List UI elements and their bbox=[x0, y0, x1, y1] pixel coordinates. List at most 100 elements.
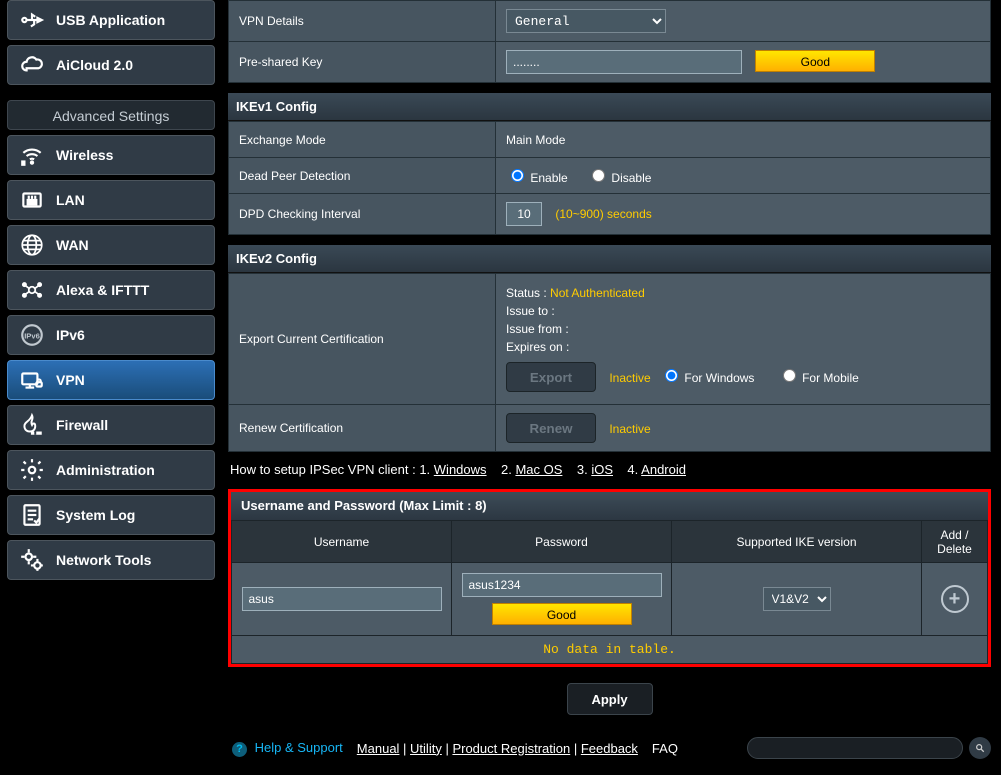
ike-version-select[interactable]: V1&V2 bbox=[763, 587, 831, 611]
col-password: Password bbox=[452, 521, 672, 563]
apply-button[interactable]: Apply bbox=[567, 683, 653, 715]
footer: ? Help & Support Manual | Utility | Prod… bbox=[228, 731, 991, 765]
voice-network-icon bbox=[18, 276, 46, 304]
renew-cert-button[interactable]: Renew bbox=[506, 413, 596, 443]
col-add-delete: Add / Delete bbox=[922, 521, 988, 563]
sidebar-item-label: Administration bbox=[56, 462, 155, 478]
footer-faq-label: FAQ bbox=[652, 741, 678, 756]
sidebar-advanced-header: Advanced Settings bbox=[7, 100, 215, 130]
sidebar-item-label: USB Application bbox=[56, 12, 165, 28]
tools-icon bbox=[18, 546, 46, 574]
sidebar-item-label: AiCloud 2.0 bbox=[56, 57, 133, 73]
sidebar-item-label: Wireless bbox=[56, 147, 113, 163]
help-icon: ? bbox=[232, 742, 247, 757]
footer-feedback-link[interactable]: Feedback bbox=[581, 741, 638, 756]
sidebar-item-label: System Log bbox=[56, 507, 135, 523]
for-windows-radio[interactable] bbox=[665, 369, 678, 382]
vpn-details-label: VPN Details bbox=[229, 1, 496, 42]
fire-icon bbox=[18, 411, 46, 439]
howto-link-android[interactable]: Android bbox=[641, 462, 686, 477]
sidebar-item-administration[interactable]: Administration bbox=[7, 450, 215, 490]
help-support-link[interactable]: Help & Support bbox=[255, 740, 343, 755]
dpd-disable-option[interactable]: Disable bbox=[587, 171, 651, 185]
user-input-row: Good V1&V2 + bbox=[232, 563, 988, 636]
how-to-setup: How to setup IPSec VPN client : 1. Windo… bbox=[228, 452, 991, 487]
user-table-highlight: Username and Password (Max Limit : 8) Us… bbox=[228, 489, 991, 667]
faq-search-button[interactable] bbox=[969, 737, 991, 759]
howto-link-ios[interactable]: iOS bbox=[591, 462, 613, 477]
svg-text:IPv6: IPv6 bbox=[24, 331, 40, 340]
cert-issue-from: Issue from : bbox=[506, 322, 980, 336]
sidebar-item-ipv6[interactable]: IPv6 IPv6 bbox=[7, 315, 215, 355]
usb-icon bbox=[18, 6, 46, 34]
for-windows-option[interactable]: For Windows bbox=[660, 371, 754, 385]
globe-icon bbox=[18, 231, 46, 259]
howto-link-macos[interactable]: Mac OS bbox=[515, 462, 562, 477]
cloud-icon bbox=[18, 51, 46, 79]
for-mobile-option[interactable]: For Mobile bbox=[778, 371, 859, 385]
sidebar-item-label: Alexa & IFTTT bbox=[56, 282, 149, 298]
footer-utility-link[interactable]: Utility bbox=[410, 741, 442, 756]
sidebar-item-label: IPv6 bbox=[56, 327, 85, 343]
dpd-interval-hint: (10~900) seconds bbox=[555, 207, 651, 221]
export-cert-button[interactable]: Export bbox=[506, 362, 596, 392]
cert-issue-to: Issue to : bbox=[506, 304, 980, 318]
ipv6-icon: IPv6 bbox=[18, 321, 46, 349]
username-input[interactable] bbox=[242, 587, 442, 611]
renew-cert-label: Renew Certification bbox=[229, 405, 496, 452]
sidebar-item-lan[interactable]: LAN bbox=[7, 180, 215, 220]
sidebar-item-firewall[interactable]: Firewall bbox=[7, 405, 215, 445]
dpd-enable-radio[interactable] bbox=[511, 169, 524, 182]
footer-product-reg-link[interactable]: Product Registration bbox=[452, 741, 570, 756]
sidebar: USB Application AiCloud 2.0 Advanced Set… bbox=[0, 0, 222, 775]
cert-status-label: Status : bbox=[506, 286, 547, 300]
sidebar-item-usb-application[interactable]: USB Application bbox=[7, 0, 215, 40]
gear-icon bbox=[18, 456, 46, 484]
psk-strength-badge: Good bbox=[755, 50, 875, 72]
sidebar-item-label: Firewall bbox=[56, 417, 108, 433]
main-content: VPN Details General Pre-shared Key Good … bbox=[222, 0, 1001, 775]
sidebar-item-label: WAN bbox=[56, 237, 89, 253]
sidebar-item-alexa-ifttt[interactable]: Alexa & IFTTT bbox=[7, 270, 215, 310]
dpd-interval-input[interactable] bbox=[506, 202, 542, 226]
sidebar-item-label: Network Tools bbox=[56, 552, 151, 568]
col-ike-version: Supported IKE version bbox=[672, 521, 922, 563]
col-username: Username bbox=[232, 521, 452, 563]
password-input[interactable] bbox=[462, 573, 662, 597]
wifi-icon bbox=[18, 141, 46, 169]
search-icon bbox=[975, 742, 985, 754]
for-mobile-radio[interactable] bbox=[783, 369, 796, 382]
psk-input[interactable] bbox=[506, 50, 742, 74]
lan-icon bbox=[18, 186, 46, 214]
password-strength-badge: Good bbox=[492, 603, 632, 625]
dpd-label: Dead Peer Detection bbox=[229, 158, 496, 194]
ikev1-header: IKEv1 Config bbox=[228, 93, 991, 121]
sidebar-item-wan[interactable]: WAN bbox=[7, 225, 215, 265]
dpd-interval-label: DPD Checking Interval bbox=[229, 194, 496, 235]
sidebar-item-network-tools[interactable]: Network Tools bbox=[7, 540, 215, 580]
howto-link-windows[interactable]: Windows bbox=[434, 462, 487, 477]
exchange-mode-value: Main Mode bbox=[496, 122, 991, 158]
footer-manual-link[interactable]: Manual bbox=[357, 741, 400, 756]
export-state: Inactive bbox=[609, 371, 650, 385]
sidebar-item-wireless[interactable]: Wireless bbox=[7, 135, 215, 175]
ikev2-header: IKEv2 Config bbox=[228, 245, 991, 273]
vpn-icon bbox=[18, 366, 46, 394]
no-data-message: No data in table. bbox=[231, 636, 988, 664]
psk-label: Pre-shared Key bbox=[229, 42, 496, 83]
user-table-header: Username and Password (Max Limit : 8) bbox=[231, 492, 988, 520]
sidebar-item-label: LAN bbox=[56, 192, 85, 208]
log-icon bbox=[18, 501, 46, 529]
sidebar-item-vpn[interactable]: VPN bbox=[7, 360, 215, 400]
dpd-enable-option[interactable]: Enable bbox=[506, 171, 568, 185]
export-cert-label: Export Current Certification bbox=[229, 274, 496, 405]
cert-status-value: Not Authenticated bbox=[550, 286, 645, 300]
sidebar-item-aicloud[interactable]: AiCloud 2.0 bbox=[7, 45, 215, 85]
sidebar-item-system-log[interactable]: System Log bbox=[7, 495, 215, 535]
faq-search-input[interactable] bbox=[747, 737, 963, 759]
vpn-details-select[interactable]: General bbox=[506, 9, 666, 33]
cert-expires: Expires on : bbox=[506, 340, 980, 354]
add-user-button[interactable]: + bbox=[941, 585, 969, 613]
dpd-disable-radio[interactable] bbox=[592, 169, 605, 182]
sidebar-item-label: VPN bbox=[56, 372, 85, 388]
